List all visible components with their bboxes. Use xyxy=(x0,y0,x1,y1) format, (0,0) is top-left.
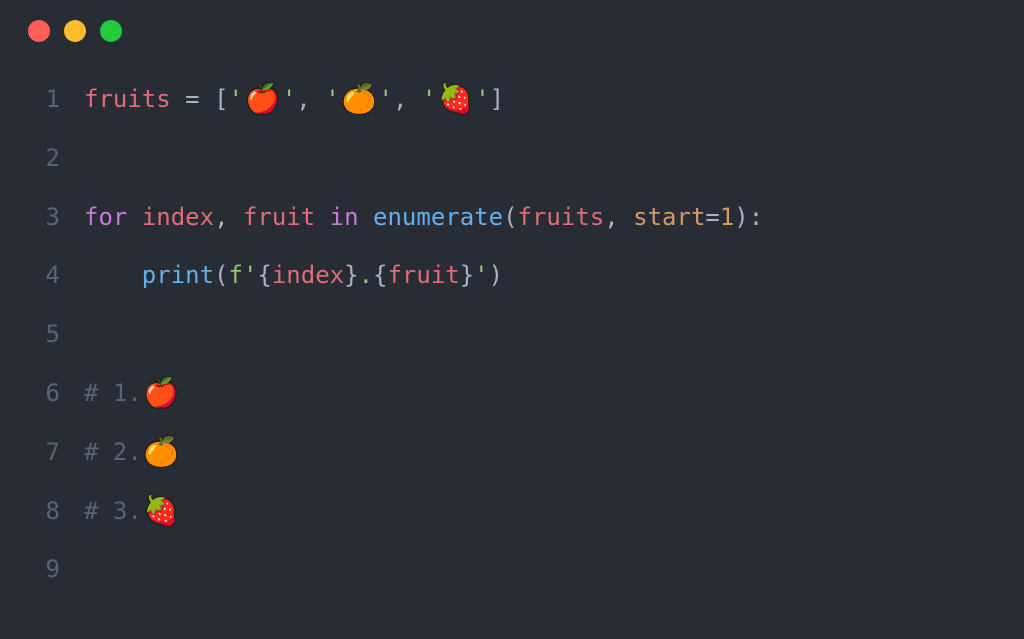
code-line: 5 xyxy=(20,305,1004,364)
variable-index: index xyxy=(142,188,214,247)
line-number: 2 xyxy=(20,129,60,188)
code-line: 4 print(f'{index}.{fruit}') xyxy=(20,246,1004,305)
line-number: 3 xyxy=(20,188,60,247)
keyword-for: for xyxy=(84,188,127,247)
paren: ) xyxy=(734,188,748,247)
code-line: 8 # 3.🍓 xyxy=(20,482,1004,541)
code-area[interactable]: 1 fruits = ['🍎', '🍊', '🍓'] 2 3 for index… xyxy=(0,52,1024,617)
code-content: fruits = ['🍎', '🍊', '🍓'] xyxy=(84,70,504,129)
comment-hash: # xyxy=(84,364,113,423)
orange-icon: 🍊 xyxy=(342,85,377,113)
comment-hash: # xyxy=(84,423,113,482)
code-content: # 3.🍓 xyxy=(84,482,181,541)
string-quote: ' xyxy=(282,70,296,129)
strawberry-icon: 🍓 xyxy=(144,497,179,525)
space xyxy=(315,188,329,247)
variable-fruits: fruits xyxy=(518,188,605,247)
brace: { xyxy=(373,246,387,305)
comment-text: 1. xyxy=(113,364,142,423)
string-quote: ' xyxy=(474,246,488,305)
code-line: 6 # 1.🍎 xyxy=(20,364,1004,423)
param-start: start xyxy=(633,188,705,247)
code-content: # 1.🍎 xyxy=(84,364,181,423)
comma: , xyxy=(214,188,243,247)
builtin-enumerate: enumerate xyxy=(373,188,503,247)
code-content: print(f'{index}.{fruit}') xyxy=(84,246,503,305)
comment-hash: # xyxy=(84,482,113,541)
variable-fruit: fruit xyxy=(387,246,459,305)
line-number: 9 xyxy=(20,540,60,599)
string-quote: ' xyxy=(379,70,393,129)
line-number: 4 xyxy=(20,246,60,305)
close-icon[interactable] xyxy=(28,20,50,42)
minimize-icon[interactable] xyxy=(64,20,86,42)
number-literal: 1 xyxy=(720,188,734,247)
code-line: 3 for index, fruit in enumerate(fruits, … xyxy=(20,188,1004,247)
line-number: 5 xyxy=(20,305,60,364)
indent xyxy=(84,246,142,305)
brace: } xyxy=(460,246,474,305)
code-line: 2 xyxy=(20,129,1004,188)
line-number: 8 xyxy=(20,482,60,541)
variable-fruit: fruit xyxy=(243,188,315,247)
string-quote: ' xyxy=(229,70,243,129)
line-number: 7 xyxy=(20,423,60,482)
code-line: 1 fruits = ['🍎', '🍊', '🍓'] xyxy=(20,70,1004,129)
comment-text: 2. xyxy=(113,423,142,482)
code-line: 9 xyxy=(20,540,1004,599)
paren: ( xyxy=(214,246,228,305)
comma: , xyxy=(393,70,422,129)
code-editor-window: 1 fruits = ['🍎', '🍊', '🍓'] 2 3 for index… xyxy=(0,0,1024,639)
variable-name: fruits xyxy=(84,70,171,129)
brace: { xyxy=(257,246,271,305)
string-quote: ' xyxy=(475,70,489,129)
comma: , xyxy=(604,188,633,247)
orange-icon: 🍊 xyxy=(144,438,179,466)
string-quote: ' xyxy=(422,70,436,129)
comment-text: 3. xyxy=(113,482,142,541)
bracket: [ xyxy=(214,70,228,129)
strawberry-icon: 🍓 xyxy=(438,85,473,113)
apple-icon: 🍎 xyxy=(144,379,179,407)
string-literal: . xyxy=(359,246,373,305)
operator: = xyxy=(705,188,719,247)
space xyxy=(127,188,141,247)
string-quote: ' xyxy=(243,246,257,305)
code-content: # 2.🍊 xyxy=(84,423,181,482)
apple-icon: 🍎 xyxy=(245,85,280,113)
string-quote: ' xyxy=(325,70,339,129)
bracket: ] xyxy=(490,70,504,129)
paren: ) xyxy=(489,246,503,305)
variable-index: index xyxy=(272,246,344,305)
keyword-in: in xyxy=(330,188,359,247)
operator: = xyxy=(171,70,214,129)
colon: : xyxy=(749,188,763,247)
line-number: 6 xyxy=(20,364,60,423)
maximize-icon[interactable] xyxy=(100,20,122,42)
paren: ( xyxy=(503,188,517,247)
window-titlebar xyxy=(0,0,1024,52)
code-line: 7 # 2.🍊 xyxy=(20,423,1004,482)
line-number: 1 xyxy=(20,70,60,129)
code-content: for index, fruit in enumerate(fruits, st… xyxy=(84,188,763,247)
comma: , xyxy=(296,70,325,129)
builtin-print: print xyxy=(142,246,214,305)
fstring-prefix: f xyxy=(229,246,243,305)
brace: } xyxy=(344,246,358,305)
space xyxy=(359,188,373,247)
